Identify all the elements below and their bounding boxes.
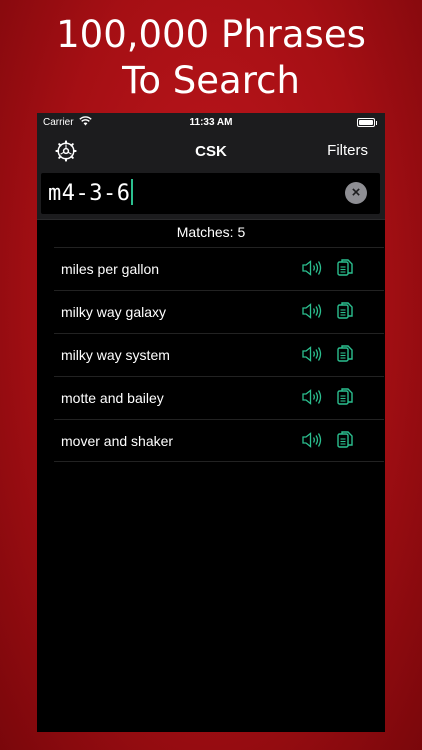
status-bar: Carrier 11:33 AM [37, 113, 385, 133]
speaker-icon[interactable] [301, 345, 323, 363]
list-item[interactable]: miles per gallon [54, 247, 384, 290]
battery-icon [357, 118, 377, 127]
close-icon: × [351, 184, 361, 201]
speaker-icon[interactable] [301, 388, 323, 406]
nav-bar: CSK Filters [37, 133, 385, 173]
speaker-icon[interactable] [301, 431, 323, 449]
phrase-text: motte and bailey [61, 390, 164, 406]
promo-headline: 100,000 Phrases To Search [0, 12, 422, 104]
list-item[interactable]: milky way system [54, 333, 384, 376]
phrase-text: milky way galaxy [61, 304, 167, 320]
gear-icon[interactable] [55, 140, 77, 162]
promo-headline-line2: To Search [122, 59, 300, 102]
phrase-text: miles per gallon [61, 261, 160, 277]
clear-search-button[interactable]: × [345, 182, 367, 204]
search-input[interactable]: m4-3-6 × [41, 173, 380, 214]
copy-icon[interactable] [337, 301, 353, 321]
matches-count: Matches: 5 [176, 224, 246, 240]
list-item[interactable]: milky way galaxy [54, 290, 384, 333]
speaker-icon[interactable] [301, 259, 323, 277]
copy-icon[interactable] [337, 344, 353, 364]
list-item[interactable]: motte and bailey [54, 376, 384, 419]
phrase-text: mover and shaker [61, 433, 174, 449]
copy-icon[interactable] [337, 430, 353, 450]
results-list: miles per gallon milky way galaxy milky … [54, 247, 384, 462]
speaker-icon[interactable] [301, 302, 323, 320]
phrase-text: milky way system [61, 347, 170, 363]
phone-screen: Carrier 11:33 AM CSK Filters m4-3-6 × Ma… [37, 113, 385, 732]
copy-icon[interactable] [337, 258, 353, 278]
divider [37, 219, 385, 220]
filters-button[interactable]: Filters [327, 142, 368, 159]
list-item[interactable]: mover and shaker [54, 419, 384, 462]
text-caret [131, 179, 134, 205]
copy-icon[interactable] [337, 387, 353, 407]
search-area: m4-3-6 × [37, 173, 385, 219]
status-time: 11:33 AM [189, 117, 233, 128]
promo-headline-line1: 100,000 Phrases [56, 13, 366, 56]
search-value[interactable]: m4-3-6 [48, 179, 134, 206]
